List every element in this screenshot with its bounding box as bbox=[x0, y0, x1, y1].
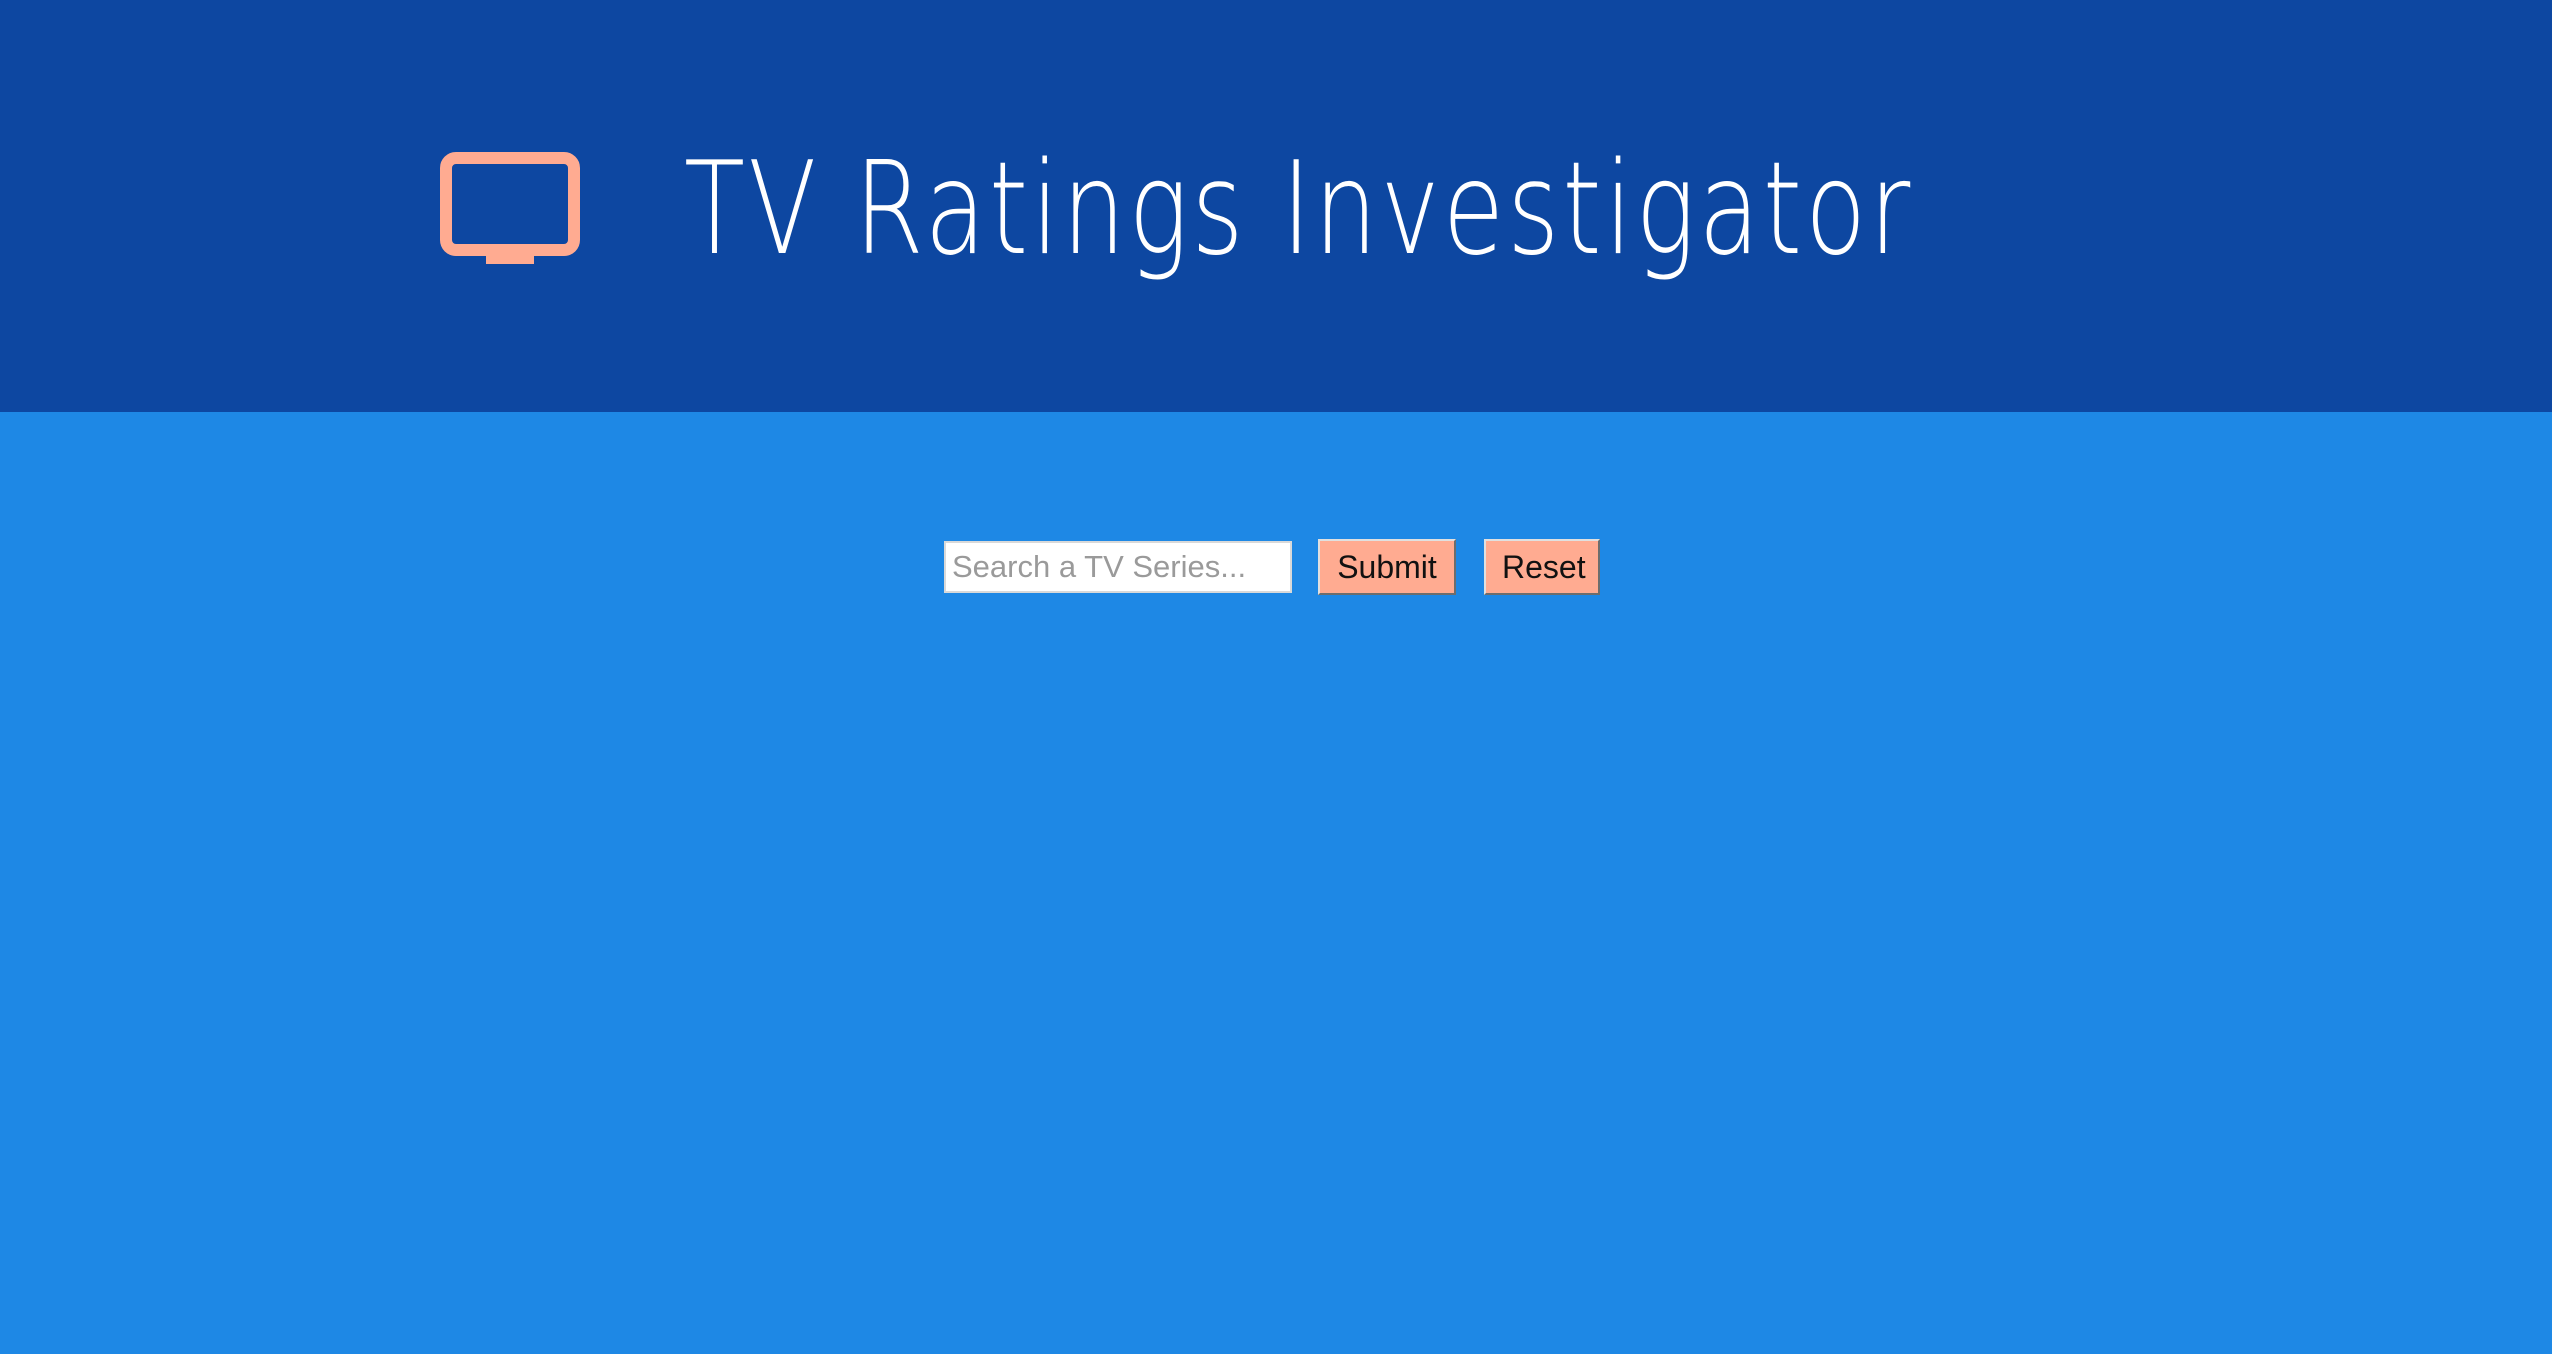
brand: TV Ratings Investigator bbox=[440, 130, 2260, 290]
reset-button[interactable]: Reset bbox=[1484, 539, 1600, 595]
search-form: Submit Reset bbox=[944, 538, 1600, 596]
page-header: TV Ratings Investigator bbox=[0, 0, 2552, 412]
main-content: Submit Reset bbox=[0, 412, 2552, 1354]
page-title: TV Ratings Investigator bbox=[684, 135, 1914, 284]
submit-button[interactable]: Submit bbox=[1318, 539, 1456, 595]
tv-icon bbox=[440, 152, 580, 264]
search-input[interactable] bbox=[944, 541, 1292, 593]
